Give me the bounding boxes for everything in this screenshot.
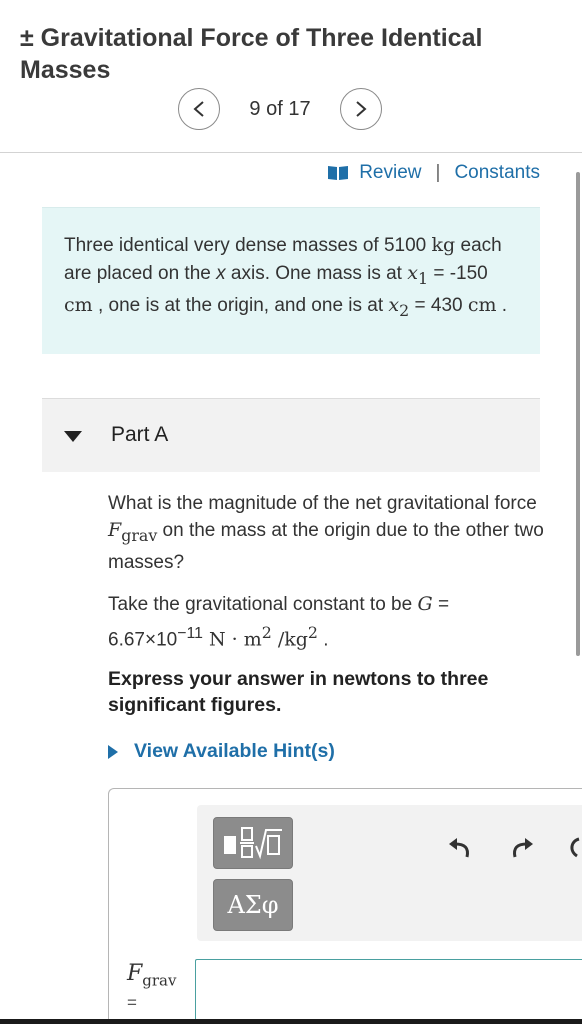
constants-link[interactable]: Constants [454,162,540,184]
header-divider [0,152,582,153]
book-icon [328,166,349,180]
reset-icon[interactable] [567,835,581,859]
view-hints-link[interactable]: View Available Hint(s) [108,740,335,763]
problem-title: ± Gravitational Force of Three Identical… [20,24,483,84]
chevron-right-icon [356,101,367,117]
hint-label: View Available Hint(s) [134,740,335,762]
problem-statement: Three identical very dense masses of 510… [42,207,540,354]
gravitational-constant-text: Take the gravitational constant to be G … [108,593,450,651]
next-button[interactable] [340,88,382,130]
link-separator: | [435,162,441,183]
answer-instructions: Express your answer in newtons to three … [108,668,489,716]
templates-button[interactable] [213,817,293,869]
radical-template-icon [224,827,282,860]
bottom-bar [0,1019,582,1024]
symbols-button[interactable]: ΑΣφ [213,879,293,931]
answer-input[interactable] [195,959,582,1021]
pager: 9 of 17 [178,88,382,130]
chevron-left-icon [193,101,204,117]
part-label: Part A [111,423,169,446]
scrollbar[interactable] [576,172,580,656]
pager-position: 9 of 17 [249,97,311,120]
answer-variable: Fgrav [127,961,177,990]
redo-icon[interactable] [509,835,535,859]
part-a-header[interactable]: Part A [42,398,540,472]
math-toolbar: ΑΣφ [197,805,582,941]
question-text: What is the magnitude of the net gravita… [108,493,544,573]
undo-icon[interactable] [447,835,473,859]
resource-links: Review | Constants [327,160,540,186]
answer-panel: ΑΣφ Fgrav = [108,788,582,1024]
answer-equals: = [127,993,137,1012]
review-link[interactable]: Review [359,162,421,184]
expand-triangle-icon [108,744,118,759]
collapse-triangle-icon[interactable] [64,431,82,442]
previous-button[interactable] [178,88,220,130]
